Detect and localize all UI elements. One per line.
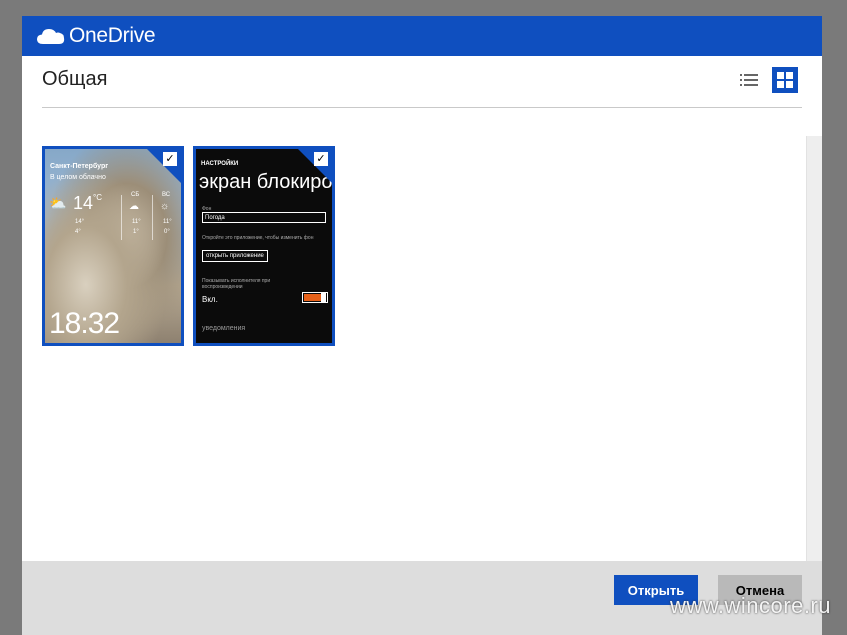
open-app-hint: Откройте это приложение, чтобы изменить …	[202, 235, 314, 241]
forecast-divider	[121, 195, 122, 240]
list-view-icon	[740, 74, 758, 86]
forecast-day-sun: ВС	[162, 192, 171, 198]
file-grid: Санкт-Петербург В целом облачно ⛅ 14°C 1…	[22, 136, 806, 561]
artist-label: Показывать исполнителя при воспроизведен…	[202, 278, 271, 290]
list-view-button[interactable]	[736, 67, 762, 93]
sat-low: 1°	[133, 229, 139, 235]
settings-heading: НАСТРОЙКИ	[201, 161, 239, 167]
sun-icon: ☼	[160, 201, 170, 212]
file-thumbnail-settings[interactable]: НАСТРОЙКИ экран блокировки Фон Погода От…	[193, 146, 335, 346]
app-bar: OneDrive	[22, 16, 822, 56]
folder-title: Общая	[42, 68, 108, 90]
cloud-icon: ☁	[129, 201, 139, 212]
sat-high: 11°	[132, 219, 141, 225]
notifications-label: уведомления	[202, 325, 246, 332]
today-low: 4°	[75, 229, 81, 235]
partly-cloudy-icon: ⛅	[49, 195, 67, 211]
sun-high: 11°	[163, 219, 172, 225]
lockscreen-clock: 18:32	[49, 307, 120, 340]
file-picker-dialog: OneDrive Общая Санкт-Петербург В целом о…	[22, 16, 822, 635]
onedrive-cloud-icon	[37, 29, 65, 44]
selection-checkbox[interactable]: ✓	[163, 152, 177, 166]
weather-condition: В целом облачно	[50, 174, 106, 181]
vertical-scrollbar[interactable]	[806, 136, 822, 561]
folder-header: Общая	[42, 56, 802, 108]
open-app-button: открыть приложение	[202, 250, 268, 262]
artist-value: Вкл.	[202, 295, 218, 304]
grid-view-icon	[777, 72, 793, 88]
today-high: 14°	[75, 219, 85, 225]
grid-view-button[interactable]	[772, 67, 798, 93]
forecast-divider	[152, 195, 153, 240]
background-field: Погода	[202, 212, 326, 223]
weather-temperature: 14°C	[73, 193, 103, 213]
artist-toggle	[302, 292, 328, 303]
app-brand: OneDrive	[69, 24, 156, 47]
file-thumbnail-weather[interactable]: Санкт-Петербург В целом облачно ⛅ 14°C 1…	[42, 146, 184, 346]
weather-city: Санкт-Петербург	[50, 163, 109, 170]
sun-low: 0°	[164, 229, 170, 235]
selection-checkbox[interactable]: ✓	[314, 152, 328, 166]
watermark: www.wincore.ru	[669, 593, 831, 618]
forecast-day-sat: СБ	[131, 192, 140, 198]
